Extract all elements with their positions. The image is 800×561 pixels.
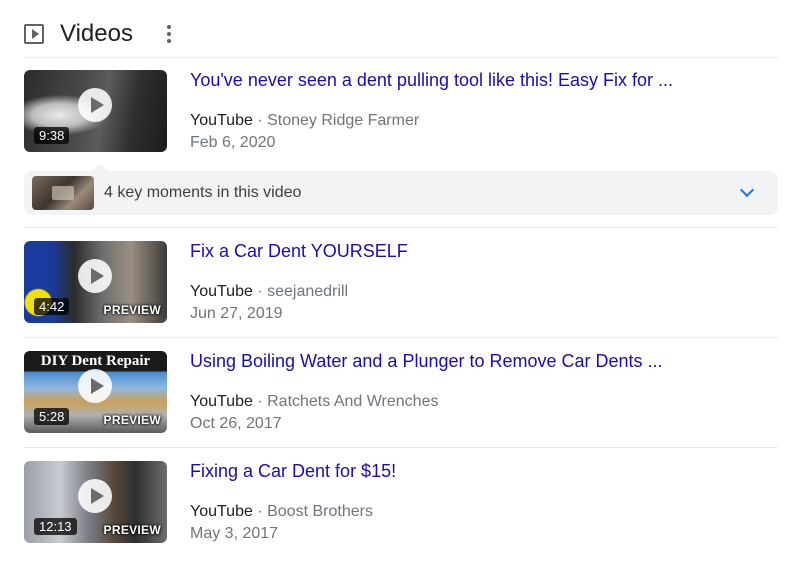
video-meta: YouTube · Ratchets And Wrenches [190, 393, 438, 411]
video-source: YouTube [190, 283, 253, 300]
video-channel: Ratchets And Wrenches [267, 393, 439, 410]
video-duration: 4:42 [34, 298, 70, 315]
video-play-icon [24, 24, 44, 44]
preview-label: PREVIEW [103, 523, 161, 537]
video-title-link[interactable]: Fix a Car Dent YOURSELF [190, 241, 408, 262]
preview-label: PREVIEW [103, 413, 161, 427]
play-icon [78, 479, 112, 513]
meta-separator: · [257, 283, 263, 300]
chevron-down-icon[interactable] [739, 182, 755, 198]
panel-caret [92, 163, 108, 171]
video-source: YouTube [190, 393, 253, 410]
video-date: May 3, 2017 [190, 525, 279, 542]
key-moment-thumbnail [32, 176, 94, 210]
divider [24, 227, 778, 228]
divider [24, 337, 778, 338]
video-meta: YouTube · Boost Brothers [190, 503, 373, 521]
video-channel: Boost Brothers [267, 503, 373, 520]
play-icon [78, 88, 112, 122]
video-meta: YouTube · Stoney Ridge Farmer [190, 112, 419, 130]
video-title-link[interactable]: Using Boiling Water and a Plunger to Rem… [190, 351, 663, 372]
divider [24, 447, 778, 448]
preview-label: PREVIEW [103, 303, 161, 317]
key-moments-label: 4 key moments in this video [104, 184, 302, 201]
videos-header: Videos [24, 12, 778, 56]
video-title-link[interactable]: You've never seen a dent pulling tool li… [190, 70, 673, 91]
thumbnail-banner: DIY Dent Repair [24, 351, 167, 371]
video-channel: seejanedrill [267, 283, 349, 300]
key-moments-expander[interactable]: 4 key moments in this video [24, 163, 778, 215]
video-thumbnail[interactable]: 9:38 [24, 70, 167, 152]
divider [24, 57, 778, 58]
section-title: Videos [60, 20, 133, 47]
more-options-icon[interactable] [161, 22, 177, 46]
meta-separator: · [257, 503, 263, 520]
video-meta: YouTube · seejanedrill [190, 283, 348, 301]
video-thumbnail[interactable]: 12:13 PREVIEW [24, 461, 167, 543]
meta-separator: · [257, 112, 263, 129]
video-thumbnail[interactable]: DIY Dent Repair 5:28 PREVIEW [24, 351, 167, 433]
meta-separator: · [257, 393, 263, 410]
video-date: Feb 6, 2020 [190, 134, 276, 151]
video-duration: 12:13 [34, 518, 77, 535]
play-icon [78, 259, 112, 293]
video-source: YouTube [190, 112, 253, 129]
video-source: YouTube [190, 503, 253, 520]
video-channel: Stoney Ridge Farmer [267, 112, 420, 129]
play-icon [78, 369, 112, 403]
video-date: Oct 26, 2017 [190, 415, 282, 432]
video-thumbnail[interactable]: 4:42 PREVIEW [24, 241, 167, 323]
video-duration: 9:38 [34, 127, 70, 144]
video-title-link[interactable]: Fixing a Car Dent for $15! [190, 461, 396, 482]
video-duration: 5:28 [34, 408, 70, 425]
video-date: Jun 27, 2019 [190, 305, 283, 322]
